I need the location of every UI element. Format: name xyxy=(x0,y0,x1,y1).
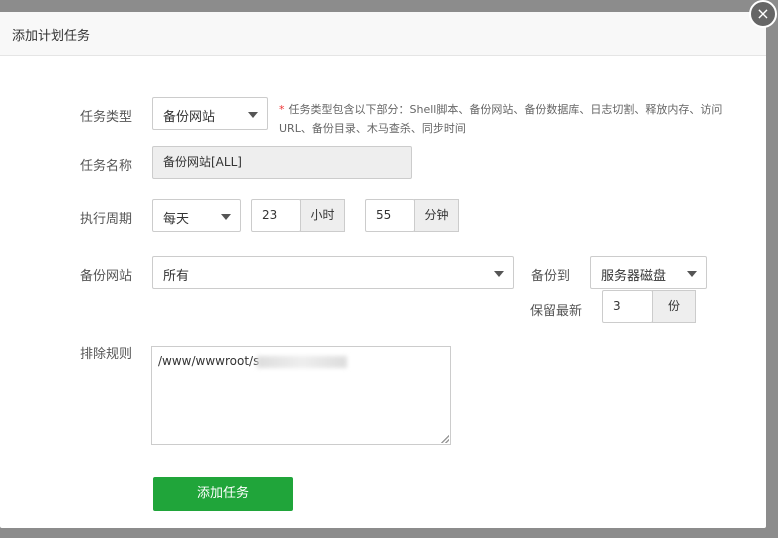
task-type-value: 备份网站 xyxy=(163,110,216,125)
minute-input[interactable]: 55 xyxy=(365,199,415,232)
task-type-select[interactable]: 备份网站 xyxy=(152,97,268,130)
task-type-hint: * 任务类型包含以下部分：Shell脚本、备份网站、备份数据库、日志切割、释放内存… xyxy=(279,100,749,138)
task-type-hint-text: 任务类型包含以下部分：Shell脚本、备份网站、备份数据库、日志切割、释放内存、… xyxy=(279,103,723,135)
add-cron-task-dialog: 添加计划任务 任务类型 备份网站 * 任务类型包含以下部分：Shell脚本、备份网… xyxy=(0,12,766,528)
keep-count-input[interactable]: 3 xyxy=(602,290,653,323)
keep-latest-label: 保留最新 xyxy=(529,304,582,319)
period-select[interactable]: 每天 xyxy=(152,199,241,232)
period-value: 每天 xyxy=(163,212,190,227)
exclude-rules-textarea[interactable]: /www/wwwroot/s xyxy=(151,346,451,445)
chevron-down-icon xyxy=(248,112,258,118)
exclude-rules-text: /www/wwwroot/s xyxy=(158,354,260,368)
backup-site-select[interactable]: 所有 xyxy=(152,256,514,289)
hour-unit: 小时 xyxy=(300,199,345,232)
backup-site-label: 备份网站 xyxy=(79,269,132,284)
task-name-label: 任务名称 xyxy=(79,159,132,174)
redacted-text xyxy=(257,355,348,368)
task-type-label: 任务类型 xyxy=(79,110,132,125)
keep-unit: 份 xyxy=(652,290,696,323)
dialog-header: 添加计划任务 xyxy=(0,12,766,56)
chevron-down-icon xyxy=(687,271,697,277)
task-name-input[interactable]: 备份网站[ALL] xyxy=(152,146,412,179)
add-task-button[interactable]: 添加任务 xyxy=(153,477,293,511)
resize-grip-icon[interactable] xyxy=(441,435,449,443)
period-label: 执行周期 xyxy=(79,212,132,227)
close-icon[interactable]: × xyxy=(749,0,777,28)
backup-site-value: 所有 xyxy=(163,269,190,284)
backup-to-label: 备份到 xyxy=(530,269,570,284)
hour-input[interactable]: 23 xyxy=(251,199,301,232)
chevron-down-icon xyxy=(221,214,231,220)
backup-to-value: 服务器磁盘 xyxy=(601,269,667,284)
exclude-rules-label: 排除规则 xyxy=(79,347,132,362)
minute-unit: 分钟 xyxy=(414,199,459,232)
required-mark: * xyxy=(279,103,285,116)
dialog-title: 添加计划任务 xyxy=(12,29,91,44)
backup-to-select[interactable]: 服务器磁盘 xyxy=(590,256,707,289)
